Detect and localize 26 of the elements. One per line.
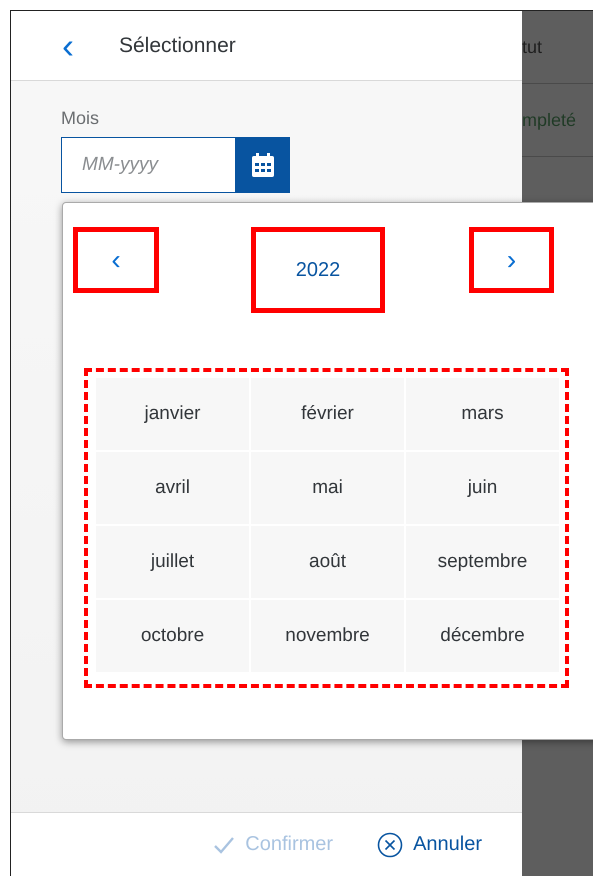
close-circle-icon — [377, 832, 404, 858]
month-option[interactable]: septembre — [406, 526, 559, 598]
month-option[interactable]: octobre — [96, 600, 249, 672]
calendar-icon — [250, 152, 274, 178]
month-option[interactable]: avril — [96, 452, 249, 524]
calendar-button[interactable] — [235, 137, 290, 193]
year-button[interactable]: 2022 — [251, 227, 385, 313]
month-option[interactable]: novembre — [251, 600, 404, 672]
field-label: Mois — [61, 108, 100, 129]
month-option[interactable]: février — [251, 378, 404, 450]
table-cell: tut — [522, 11, 593, 84]
month-option[interactable]: juin — [406, 452, 559, 524]
month-option[interactable]: mai — [251, 452, 404, 524]
checkmark-icon — [213, 834, 236, 854]
cancel-button[interactable]: Annuler — [377, 832, 482, 858]
back-button[interactable]: ‹ — [55, 28, 81, 62]
dialog-title: Sélectionner — [119, 34, 236, 58]
month-option[interactable]: janvier — [96, 378, 249, 450]
previous-year-button[interactable]: ‹ — [73, 227, 159, 293]
table-cell: mpleté — [522, 84, 593, 157]
next-year-button[interactable]: › — [469, 227, 554, 293]
month-option[interactable]: décembre — [406, 600, 559, 672]
month-input-field[interactable]: MM-yyyy — [61, 137, 235, 193]
month-option[interactable]: mars — [406, 378, 559, 450]
month-option[interactable]: juillet — [96, 526, 249, 598]
month-option[interactable]: août — [251, 526, 404, 598]
